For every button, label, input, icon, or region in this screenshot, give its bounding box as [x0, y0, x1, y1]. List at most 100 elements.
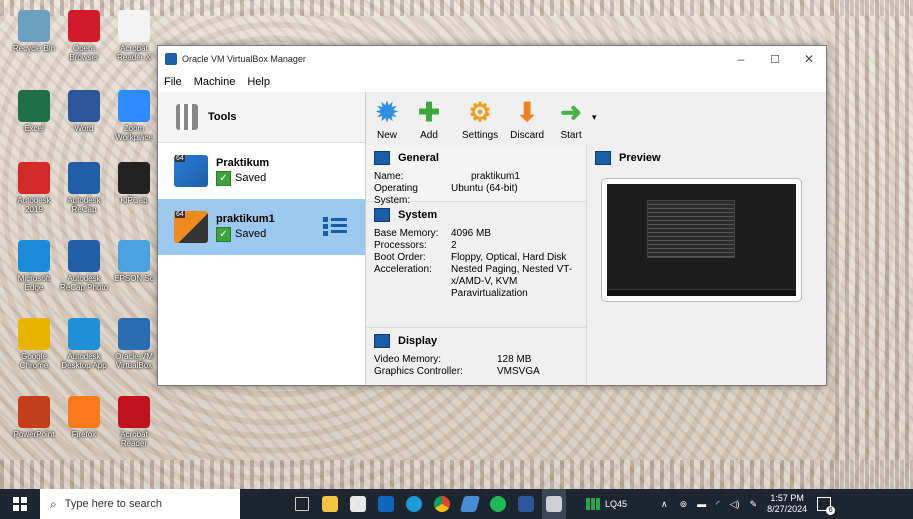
vm-os-icon: 64 — [174, 211, 208, 243]
preview-icon — [595, 151, 611, 165]
show-hidden-icons[interactable]: ∧ — [661, 499, 668, 510]
desktop-icon[interactable]: Autodesk ReCap Photo — [58, 240, 110, 292]
desktop-icon-label: Autodesk ReCap — [67, 196, 101, 214]
stock-chart-icon — [586, 498, 600, 510]
notification-count: 6 — [826, 506, 836, 515]
vm-menu-icon[interactable] — [323, 215, 347, 237]
desktop-icon[interactable]: PowerPoint — [8, 396, 60, 439]
video-memory-key: Video Memory: — [374, 354, 442, 365]
desktop-icon-label: Recycle Bin — [12, 44, 56, 53]
desktop-icon[interactable]: Autodesk 2019 — [8, 162, 60, 214]
vm-state: Saved — [235, 172, 267, 184]
general-heading[interactable]: General — [398, 152, 439, 164]
new-button[interactable]: ✹ New — [366, 97, 408, 145]
taskbar-search-box[interactable]: ⌕ Type here to search — [40, 489, 240, 519]
tools-item[interactable]: Tools — [158, 92, 365, 143]
menu-machine[interactable]: Machine — [188, 76, 242, 88]
processors-value: 2 — [451, 240, 457, 251]
menu-file[interactable]: File — [158, 76, 188, 88]
desktop-icon-label: PowerPoint — [13, 430, 55, 439]
base-memory-value: 4096 MB — [451, 228, 492, 239]
desktop-app-icon — [18, 90, 50, 122]
processors-key: Processors: — [374, 240, 427, 251]
app-icon[interactable] — [458, 489, 482, 519]
desktop-icon-label: Acrobat Reader — [120, 430, 148, 448]
start-dropdown-icon[interactable]: ▾ — [592, 112, 597, 145]
desktop-icon[interactable]: Microsoft Edge — [8, 240, 60, 292]
preview-heading[interactable]: Preview — [619, 152, 661, 164]
wifi-icon[interactable]: ◜ — [716, 499, 720, 510]
preview-pane: Preview — [586, 145, 826, 385]
graphics-controller-value: VMSVGA — [497, 366, 540, 377]
menu-help[interactable]: Help — [241, 76, 276, 88]
tools-icon — [176, 104, 198, 130]
settings-button[interactable]: ⚙ Settings — [456, 97, 504, 145]
graphics-controller-key: Graphics Controller: — [374, 366, 463, 377]
desktop-icon[interactable]: Autodesk ReCap — [58, 162, 110, 214]
desktop-icon[interactable]: Acrobat Reader — [108, 396, 160, 448]
vm-item-praktikum[interactable]: 64 Praktikum ✓ Saved — [158, 143, 365, 199]
discard-button[interactable]: ⬇ Discard — [504, 97, 550, 145]
virtualbox-window: Oracle VM VirtualBox Manager – ☐ ✕ File … — [157, 45, 827, 386]
desktop-icon[interactable]: Oracle VM VirtualBox — [108, 318, 160, 370]
start-button[interactable]: ➜ Start — [550, 97, 592, 145]
virtualbox-taskbar-icon[interactable] — [542, 489, 566, 519]
desktop-icon[interactable]: Recycle Bin — [8, 10, 60, 53]
desktop-icon[interactable]: Word — [58, 90, 110, 133]
start-button[interactable] — [0, 489, 40, 519]
boot-order-value: Floppy, Optical, Hard Disk — [451, 252, 567, 263]
vm-item-praktikum1[interactable]: 64 praktikum1 ✓ Saved — [158, 199, 365, 255]
vm-preview-screen — [601, 178, 802, 302]
toolbar-label: Start — [560, 130, 582, 141]
desktop-icon[interactable]: Acrobat Reader X — [108, 10, 160, 62]
battery-icon[interactable]: ▬ — [697, 499, 706, 509]
saved-state-icon: ✓ — [216, 170, 231, 186]
file-explorer-icon[interactable] — [318, 489, 342, 519]
desktop-icon-label: Oracle VM VirtualBox — [115, 352, 153, 370]
close-button[interactable]: ✕ — [792, 46, 826, 72]
desktop-icon[interactable]: Excel — [8, 90, 60, 133]
minimize-button[interactable]: – — [724, 46, 758, 72]
desktop-icon-label: Microsoft Edge — [17, 274, 51, 292]
maximize-button[interactable]: ☐ — [758, 46, 792, 72]
vm-name: praktikum1 — [216, 212, 275, 225]
clock-date: 8/27/2024 — [767, 504, 808, 514]
desktop-icon[interactable]: Autodesk Desktop App — [58, 318, 110, 370]
display-icon — [374, 334, 390, 348]
new-icon: ✹ — [376, 97, 398, 127]
desktop-app-icon — [18, 10, 50, 42]
weather-widget[interactable]: LQ45 — [586, 498, 627, 510]
task-view-icon[interactable] — [290, 489, 314, 519]
vm-state: Saved — [235, 228, 267, 240]
desktop-icon-label: Acrobat Reader X — [117, 44, 151, 62]
desktop-icon-label: Opera Browser — [69, 44, 99, 62]
system-icon — [374, 208, 390, 222]
word-taskbar-icon[interactable] — [514, 489, 538, 519]
desktop-icon-label: Autodesk Desktop App — [61, 352, 107, 370]
volume-icon[interactable]: ◁) — [730, 499, 740, 510]
desktop-icon-label: Excel — [24, 124, 44, 133]
desktop-icon[interactable]: Firefox — [58, 396, 110, 439]
system-heading[interactable]: System — [398, 209, 437, 221]
desktop-app-icon — [18, 240, 50, 272]
desktop-icon[interactable]: EPSON Sc — [108, 240, 160, 283]
desktop-icon-label: Autodesk 2019 — [17, 196, 51, 214]
window-titlebar[interactable]: Oracle VM VirtualBox Manager – ☐ ✕ — [158, 46, 826, 72]
pen-icon[interactable]: ✎ — [750, 499, 758, 510]
chrome-icon[interactable] — [430, 489, 454, 519]
store-icon[interactable] — [346, 489, 370, 519]
desktop-icon[interactable]: Opera Browser — [58, 10, 110, 62]
display-heading[interactable]: Display — [398, 335, 437, 347]
spotify-icon[interactable] — [486, 489, 510, 519]
mail-icon[interactable] — [374, 489, 398, 519]
network-icon[interactable]: ⊚ — [680, 499, 688, 510]
system-clock[interactable]: 1:57 PM 8/27/2024 — [767, 493, 807, 515]
desktop-icon-label: KiPCap — [120, 196, 148, 205]
desktop-icon[interactable]: Google Chrome — [8, 318, 60, 370]
edge-icon[interactable] — [402, 489, 426, 519]
desktop-app-icon — [68, 396, 100, 428]
notifications-icon[interactable]: 6 — [817, 497, 836, 515]
desktop-icon[interactable]: Zoom Workplace — [108, 90, 160, 142]
add-button[interactable]: ✚ Add — [408, 97, 450, 145]
desktop-icon[interactable]: KiPCap — [108, 162, 160, 205]
